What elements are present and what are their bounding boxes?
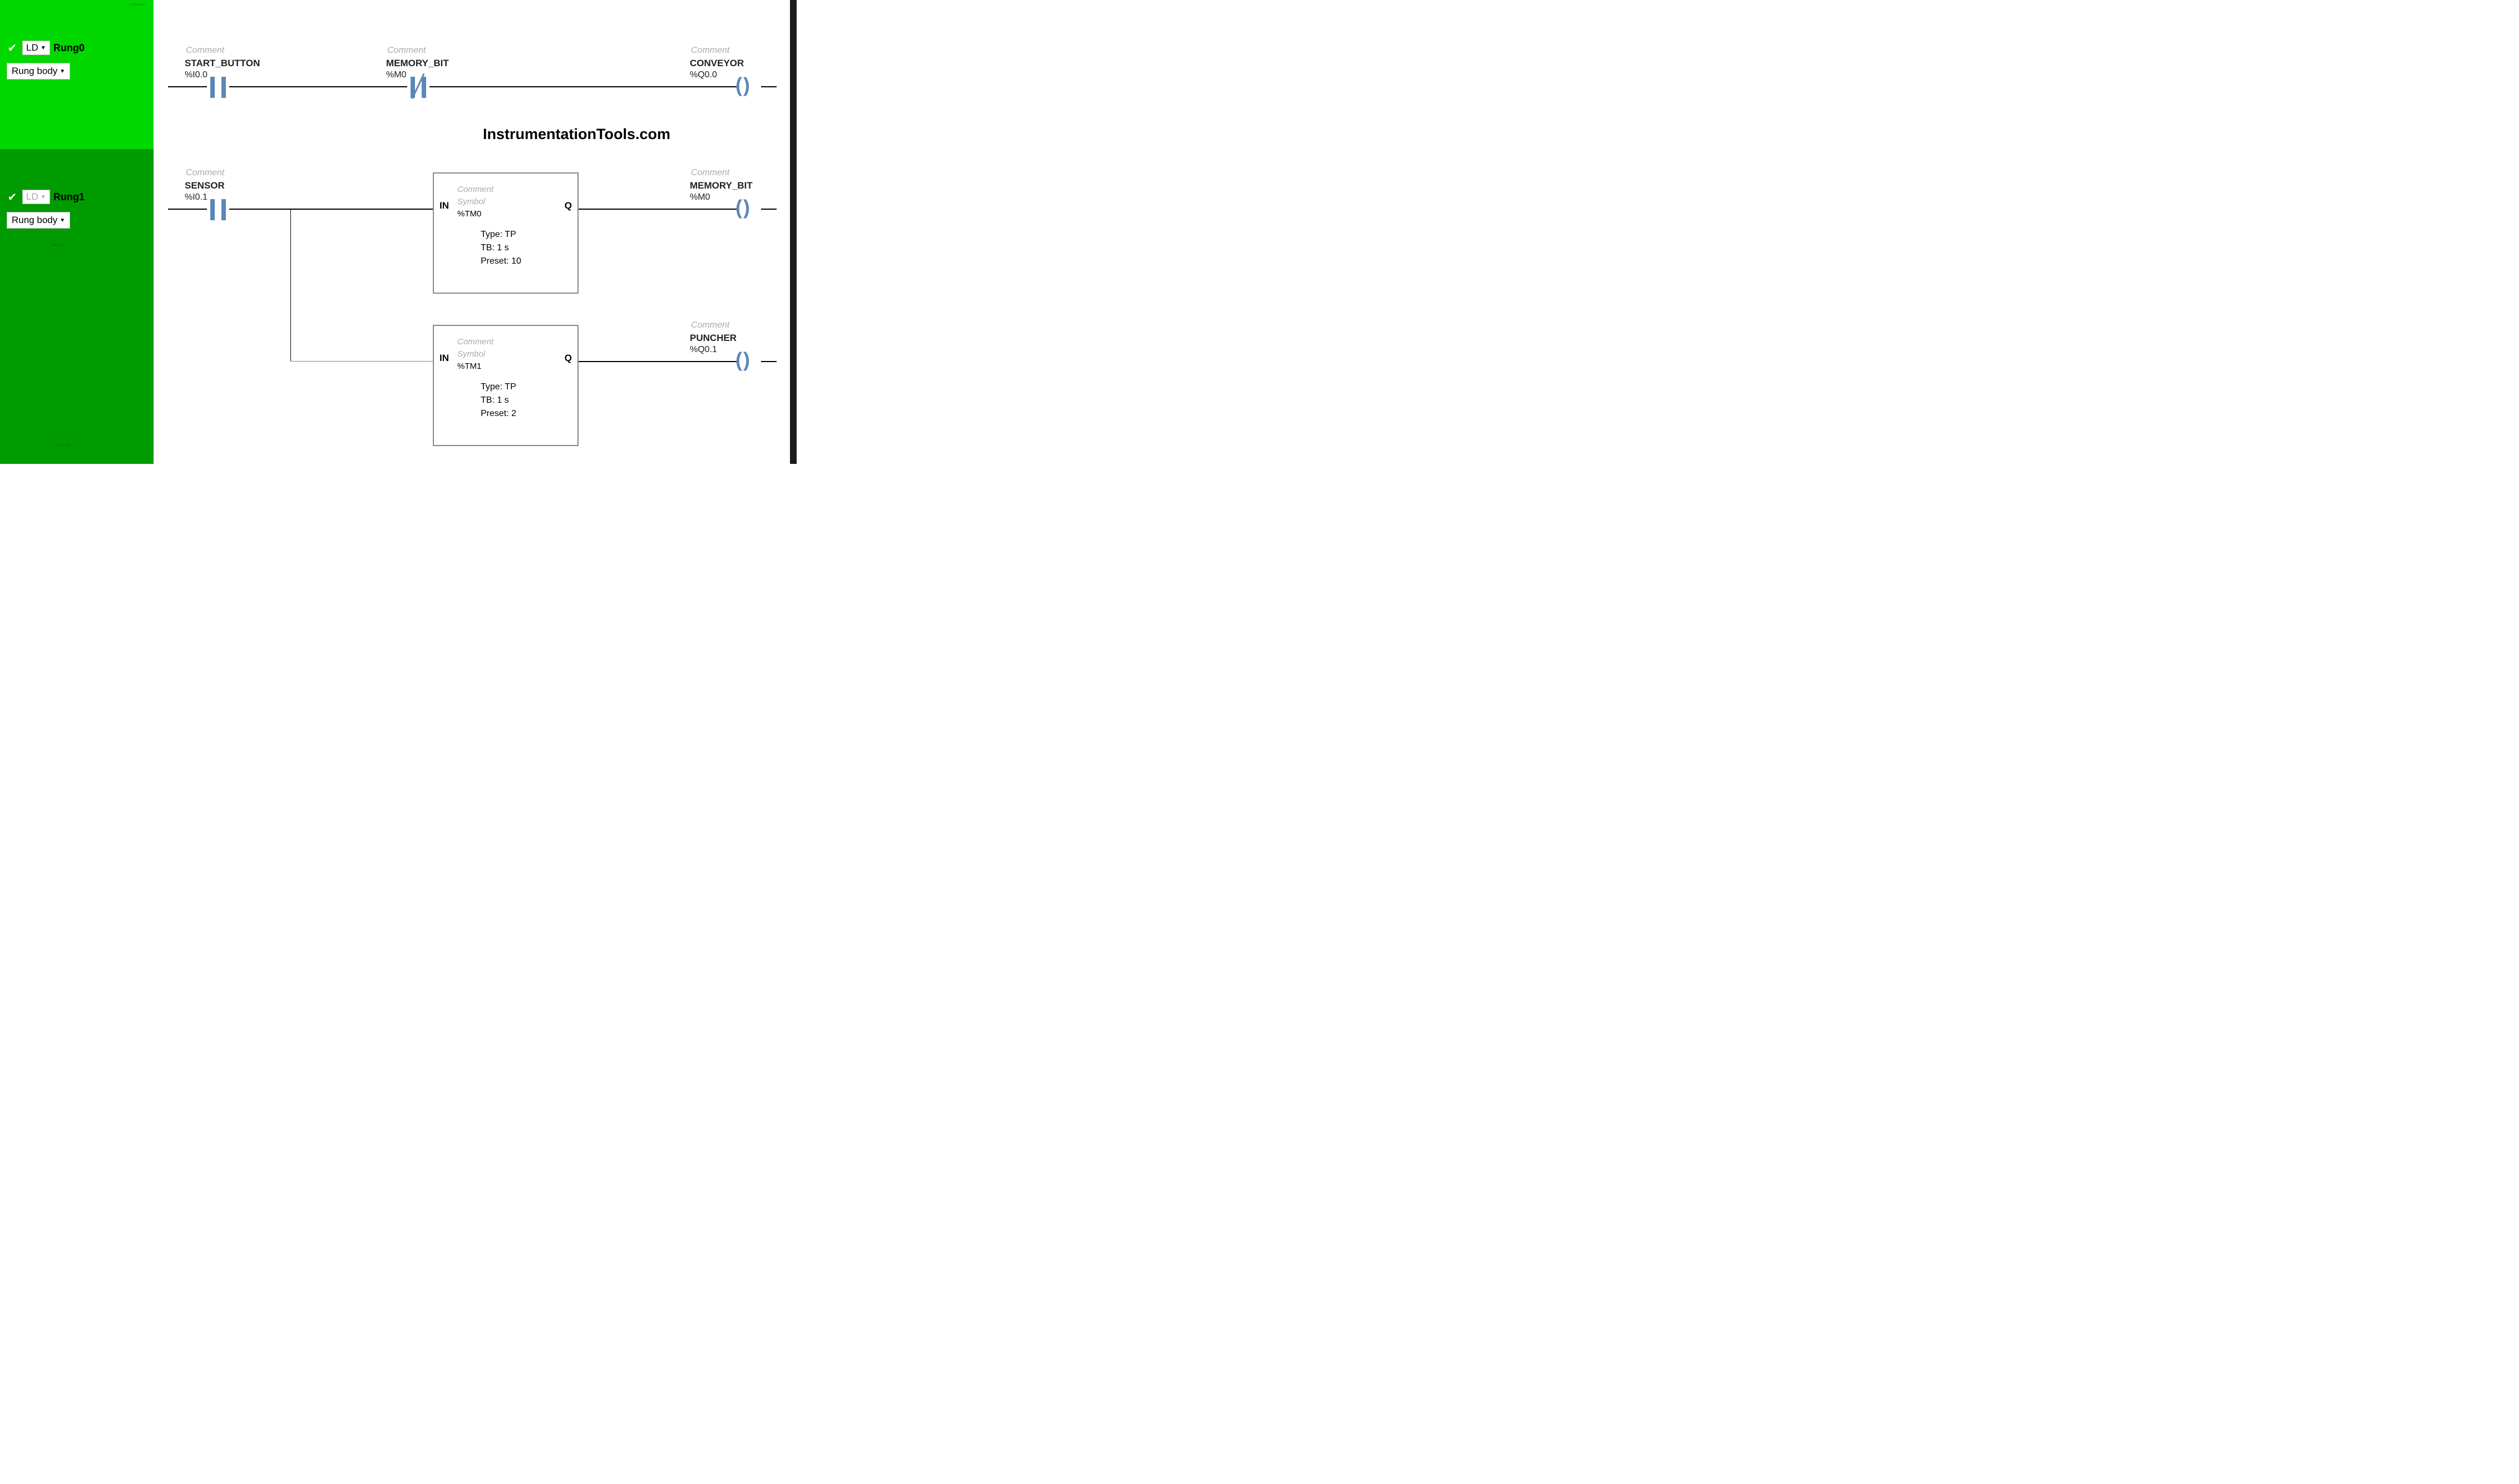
start-button-address: %I0.0 xyxy=(185,70,208,80)
sensor-address: %I0.1 xyxy=(185,192,208,202)
conveyor-symbol: CONVEYOR xyxy=(690,58,744,69)
tm1-tb: TB: 1 s xyxy=(481,394,516,407)
rung1-valid-icon: ✔ xyxy=(6,190,19,204)
puncher-address: %Q0.1 xyxy=(690,345,717,355)
rung1-panel: See Tools See Tools ✔ LD ▼ Rung1 Rung bo… xyxy=(0,149,154,464)
coil-icon[interactable]: ( ) xyxy=(735,73,748,97)
memory-bit-out-symbol: MEMORY_BIT xyxy=(690,180,753,191)
nc-contact-icon[interactable] xyxy=(406,77,431,98)
wire xyxy=(579,361,737,362)
puncher-symbol: PUNCHER xyxy=(690,333,737,344)
tm0-preset: Preset: 10 xyxy=(481,255,521,268)
tm0-params: Type: TP TB: 1 s Preset: 10 xyxy=(481,228,521,268)
rung0-valid-icon: ✔ xyxy=(6,41,19,55)
tm1-params: Type: TP TB: 1 s Preset: 2 xyxy=(481,380,516,421)
memory-bit-out-address: %M0 xyxy=(690,192,710,202)
wire xyxy=(168,86,207,87)
tm1-address: %TM1 xyxy=(457,362,481,371)
timer-block-tm0[interactable]: Comment Symbol %TM0 IN Q Type: TP TB: 1 … xyxy=(433,172,579,294)
wire xyxy=(290,209,291,362)
memory-bit-symbol: MEMORY_BIT xyxy=(386,58,449,69)
no-contact-icon[interactable] xyxy=(206,199,230,220)
rung1-body-select[interactable]: Rung body ▼ xyxy=(7,212,70,229)
comment-label: Comment xyxy=(186,168,224,178)
fb-out-label: Q xyxy=(565,200,572,211)
coil-icon[interactable]: ( ) xyxy=(735,196,748,219)
rung1-title: Rung1 xyxy=(53,191,85,203)
right-border xyxy=(790,0,797,464)
ladder-canvas: Comment START_BUTTON %I0.0 Comment MEMOR… xyxy=(154,0,782,464)
tm1-type: Type: TP xyxy=(481,380,516,394)
coil-icon[interactable]: ( ) xyxy=(735,348,748,372)
wire xyxy=(761,361,777,362)
wire xyxy=(761,86,777,87)
comment-label: Comment xyxy=(691,320,729,330)
tm1-preset: Preset: 2 xyxy=(481,407,516,421)
rung1-language-select[interactable]: LD ▼ xyxy=(22,190,50,204)
comment-label: Comment xyxy=(186,46,224,56)
fb-comment-label: Comment xyxy=(457,337,493,347)
timer-block-tm1[interactable]: Comment Symbol %TM1 IN Q Type: TP TB: 1 … xyxy=(433,325,579,446)
tm0-type: Type: TP xyxy=(481,228,521,241)
wire xyxy=(429,86,737,87)
wire xyxy=(579,209,737,210)
no-contact-icon[interactable] xyxy=(206,77,230,98)
sensor-symbol: SENSOR xyxy=(185,180,225,191)
caret-down-icon: ▼ xyxy=(60,68,65,75)
rung0-language-select[interactable]: LD ▼ xyxy=(22,41,50,55)
wire xyxy=(229,86,407,87)
conveyor-address: %Q0.0 xyxy=(690,70,717,80)
rung0-panel: Comments ✔ LD ▼ Rung0 Rung body ▼ xyxy=(0,0,154,149)
memory-bit-address: %M0 xyxy=(386,70,406,80)
wire xyxy=(168,209,207,210)
fb-comment-label: Comment xyxy=(457,185,493,194)
comment-label: Comment xyxy=(691,168,729,178)
tiny-label-tools-2: See Tools xyxy=(56,444,70,447)
comment-label: Comment xyxy=(691,46,729,56)
wire xyxy=(761,209,777,210)
wire xyxy=(290,361,433,362)
fb-out-label: Q xyxy=(565,353,572,364)
tiny-label-tools-1: See Tools xyxy=(51,244,66,247)
rung0-body-select[interactable]: Rung body ▼ xyxy=(7,63,70,80)
start-button-symbol: START_BUTTON xyxy=(185,58,260,69)
fb-in-label: IN xyxy=(439,353,449,364)
caret-down-icon: ▼ xyxy=(60,217,65,224)
wire xyxy=(229,209,433,210)
fb-symbol-label: Symbol xyxy=(457,349,485,359)
rung0-language-label: LD xyxy=(26,42,38,53)
fb-in-label: IN xyxy=(439,200,449,211)
watermark-text: InstrumentationTools.com xyxy=(483,126,670,143)
comment-label: Comment xyxy=(387,46,426,56)
tm0-address: %TM0 xyxy=(457,209,481,219)
rung1-language-label: LD xyxy=(26,191,38,202)
caret-down-icon: ▼ xyxy=(41,194,46,200)
tiny-label-comments: Comments xyxy=(129,3,145,7)
rung1-body-label: Rung body xyxy=(12,215,57,226)
caret-down-icon: ▼ xyxy=(41,45,46,51)
tm0-tb: TB: 1 s xyxy=(481,241,521,255)
rung0-body-label: Rung body xyxy=(12,66,57,77)
rung0-title: Rung0 xyxy=(53,42,85,54)
fb-symbol-label: Symbol xyxy=(457,197,485,206)
